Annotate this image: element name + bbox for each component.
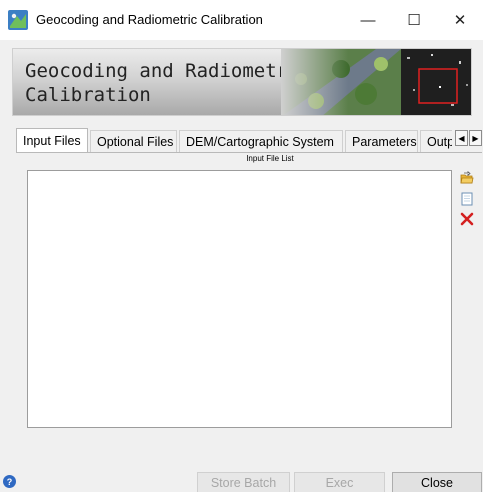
new-list-icon[interactable] (460, 192, 474, 206)
window-title: Geocoding and Radiometric Calibration (36, 12, 263, 27)
close-window-button[interactable]: ✕ (437, 0, 483, 40)
app-icon (8, 10, 28, 30)
close-button[interactable]: Close (392, 472, 482, 492)
maximize-button[interactable]: ☐ (391, 0, 437, 40)
tab-bar: Input Files Optional Files DEM/Cartograp… (16, 128, 452, 152)
exec-button[interactable]: Exec (294, 472, 385, 492)
banner-title: Geocoding and Radiometric Calibration (25, 60, 311, 106)
tab-scroll-right-button[interactable]: ▶ (469, 130, 482, 146)
input-file-list-label: Input File List (246, 154, 294, 163)
store-batch-button[interactable]: Store Batch (197, 472, 290, 492)
tab-parameters[interactable]: Parameters (345, 130, 418, 152)
folder-open-icon[interactable] (460, 171, 474, 185)
help-icon[interactable]: ? (3, 475, 16, 488)
tab-dem-cartographic-system[interactable]: DEM/Cartographic System (179, 130, 343, 152)
tab-scroll-left-button[interactable]: ◀ (455, 130, 468, 146)
minimize-button[interactable]: — (345, 0, 391, 40)
tab-input-files[interactable]: Input Files (16, 128, 88, 152)
tab-optional-files[interactable]: Optional Files (90, 130, 177, 152)
satellite-imagery-banner (281, 49, 471, 115)
title-bar[interactable]: Geocoding and Radiometric Calibration — … (0, 0, 483, 40)
tab-output[interactable]: Outp (420, 130, 452, 152)
delete-x-icon[interactable] (460, 212, 474, 226)
input-file-list[interactable] (27, 170, 452, 428)
header-banner: Geocoding and Radiometric Calibration (12, 48, 472, 116)
